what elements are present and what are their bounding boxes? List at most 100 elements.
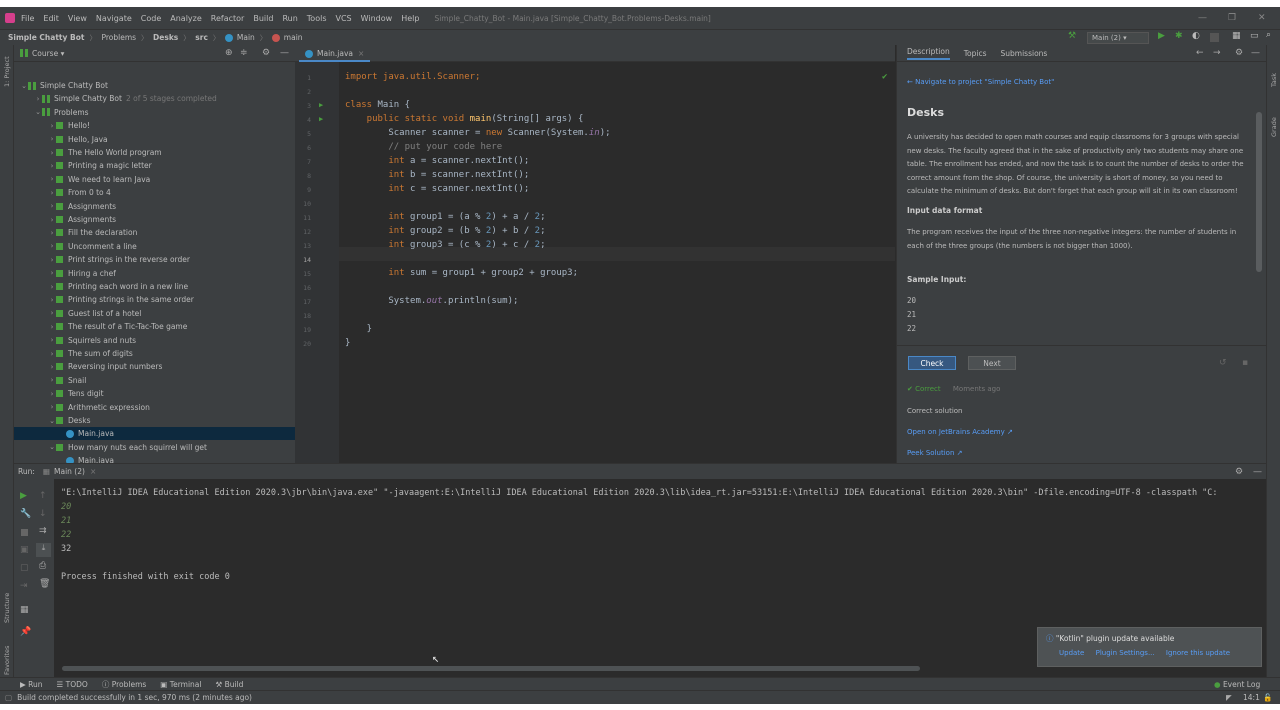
comment-icon[interactable]: ▪ xyxy=(1242,358,1248,368)
exit-icon[interactable]: ⇥ xyxy=(20,581,28,591)
stop-icon[interactable] xyxy=(21,529,28,536)
arrow-left-icon[interactable]: ← xyxy=(1196,48,1204,58)
tree-task-item[interactable]: › Printing a magic letter xyxy=(14,159,295,172)
pin-icon[interactable]: 📌 xyxy=(20,627,31,637)
project-tool-button[interactable]: 1: Project xyxy=(3,56,11,87)
gear-icon[interactable]: ⚙ xyxy=(1235,48,1243,58)
close-icon[interactable]: ✕ xyxy=(1258,13,1266,23)
build-hammer-icon[interactable]: ⚒ xyxy=(1068,31,1077,41)
tree-task-item[interactable]: › Fill the declaration xyxy=(14,226,295,239)
breadcrumb-problems[interactable]: Problems xyxy=(101,33,136,42)
menu-tools[interactable]: Tools xyxy=(307,14,327,23)
update-link[interactable]: Update xyxy=(1059,649,1084,657)
tree-task-item[interactable]: › Hello, Java xyxy=(14,133,295,146)
edit-icon[interactable]: ◤ xyxy=(1226,693,1232,702)
scroll-to-end-icon[interactable]: ⤓ xyxy=(36,543,51,557)
horizontal-scrollbar[interactable] xyxy=(62,666,920,671)
tree-task-item[interactable]: › Hello! xyxy=(14,119,295,132)
tree-task-item[interactable]: › Snail xyxy=(14,374,295,387)
task-tool-button[interactable]: Task xyxy=(1270,73,1278,87)
tool-todo[interactable]: ☰ TODO xyxy=(57,680,88,689)
no-problems-check-icon[interactable]: ✔ xyxy=(882,72,887,82)
menu-help[interactable]: Help xyxy=(401,14,419,23)
menu-view[interactable]: View xyxy=(68,14,87,23)
coverage-icon[interactable]: ◐ xyxy=(1192,31,1201,41)
tree-task-item[interactable]: › Printing strings in the same order xyxy=(14,293,295,306)
tree-task-desks[interactable]: ⌄ Desks xyxy=(14,414,295,427)
tree-task-item[interactable]: › Uncomment a line xyxy=(14,240,295,253)
tree-task-nuts[interactable]: ⌄ How many nuts each squirrel will get xyxy=(14,441,295,454)
tab-description[interactable]: Description xyxy=(907,47,950,60)
menu-code[interactable]: Code xyxy=(141,14,161,23)
grade-tool-button[interactable]: Grade xyxy=(1270,117,1278,137)
tree-task-item[interactable]: › The result of a Tic-Tac-Toe game xyxy=(14,320,295,333)
tab-topics[interactable]: Topics xyxy=(964,49,987,58)
tree-task-item[interactable]: › Reversing input numbers xyxy=(14,360,295,373)
arrow-right-icon[interactable]: → xyxy=(1213,48,1221,58)
favorites-tool-button[interactable]: Favorites xyxy=(3,646,11,675)
tree-task-item[interactable]: › From 0 to 4 xyxy=(14,186,295,199)
breadcrumb-src[interactable]: src xyxy=(195,33,208,42)
menu-build[interactable]: Build xyxy=(253,14,273,23)
tree-task-item[interactable]: › The sum of digits xyxy=(14,347,295,360)
arrow-down-icon[interactable]: ↓ xyxy=(39,509,47,519)
breadcrumb-main-class[interactable]: Main xyxy=(237,33,255,42)
hide-panel-icon[interactable]: — xyxy=(1253,467,1262,477)
caret-position[interactable]: 14:1 xyxy=(1243,693,1260,702)
navigate-project-link[interactable]: ← Navigate to project "Simple Chatty Bot… xyxy=(907,77,1054,86)
layout-icon[interactable]: ▢ xyxy=(20,563,29,573)
tree-course-root[interactable]: ⌄ Simple Chatty Bot xyxy=(14,79,295,92)
hide-panel-icon[interactable]: — xyxy=(1251,48,1260,58)
tab-submissions[interactable]: Submissions xyxy=(1001,49,1048,58)
check-button[interactable]: Check xyxy=(908,356,956,370)
peek-solution-link[interactable]: Peek Solution ↗ xyxy=(907,449,962,457)
code-editor[interactable]: import java.util.Scanner; class Main { p… xyxy=(339,62,895,463)
tree-task-item[interactable]: › Hiring a chef xyxy=(14,267,295,280)
ignore-update-link[interactable]: Ignore this update xyxy=(1166,649,1230,657)
tree-task-item[interactable]: › Tens digit xyxy=(14,387,295,400)
menu-file[interactable]: File xyxy=(21,14,34,23)
search-icon[interactable]: ⌕ xyxy=(1266,30,1275,40)
restore-icon[interactable]: ❐ xyxy=(1228,13,1236,23)
menu-edit[interactable]: Edit xyxy=(43,14,59,23)
tool-terminal[interactable]: ▣ Terminal xyxy=(160,680,201,689)
arrow-up-icon[interactable]: ↑ xyxy=(39,491,47,501)
open-academy-link[interactable]: Open on JetBrains Academy ↗ xyxy=(907,428,1013,436)
description-scrollbar[interactable] xyxy=(1255,100,1263,336)
menu-run[interactable]: Run xyxy=(282,14,297,23)
tree-task-item[interactable]: › Guest list of a hotel xyxy=(14,307,295,320)
debug-icon[interactable]: ✱ xyxy=(1175,31,1184,41)
rerun-icon[interactable]: ▶ xyxy=(20,491,27,501)
scrollbar-thumb[interactable] xyxy=(1256,112,1262,272)
close-tab-icon[interactable]: × xyxy=(358,49,364,58)
tree-task-item[interactable]: › Assignments xyxy=(14,213,295,226)
run-tab-main-2[interactable]: ▦ Main (2) × xyxy=(43,467,96,476)
tree-task-item[interactable]: › Assignments xyxy=(14,200,295,213)
status-message[interactable]: Build completed successfully in 1 sec, 9… xyxy=(17,693,252,702)
panel-toggle-icon[interactable]: ▢ xyxy=(5,693,12,702)
structure-tool-button[interactable]: Structure xyxy=(3,593,11,623)
run-icon[interactable]: ▶ xyxy=(1158,31,1167,41)
reset-icon[interactable]: ↺ xyxy=(1219,358,1227,368)
tree-file-desks-main[interactable]: Main.java xyxy=(14,427,295,441)
tree-task-item[interactable]: › We need to learn Java xyxy=(14,173,295,186)
menu-vcs[interactable]: VCS xyxy=(336,14,352,23)
tree-task-item[interactable]: › Print strings in the reverse order xyxy=(14,253,295,266)
breadcrumb-project[interactable]: Simple Chatty Bot xyxy=(8,33,84,42)
stop-icon[interactable] xyxy=(1210,33,1219,42)
tree-task-item[interactable]: › Printing each word in a new line xyxy=(14,280,295,293)
event-log-button[interactable]: ● Event Log xyxy=(1214,680,1260,689)
project-structure-icon[interactable]: ▦ xyxy=(1232,31,1241,41)
lock-icon[interactable]: 🔓 xyxy=(1263,693,1272,702)
tool-problems[interactable]: ⓘ Problems xyxy=(102,679,146,690)
wrench-icon[interactable]: 🔧 xyxy=(20,509,31,519)
tree-task-item[interactable]: › The Hello World program xyxy=(14,146,295,159)
layout-grid-icon[interactable]: ▦ xyxy=(20,605,29,615)
run-config-dropdown[interactable]: Main (2) ▾ xyxy=(1087,32,1149,44)
tool-build[interactable]: ⚒ Build xyxy=(215,680,243,689)
camera-icon[interactable]: ▣ xyxy=(20,545,29,555)
trash-icon[interactable]: 🗑 xyxy=(39,579,50,589)
tree-item-problems[interactable]: ⌄ Problems xyxy=(14,106,295,119)
run-main-icon[interactable]: ▶ xyxy=(319,115,323,123)
menu-analyze[interactable]: Analyze xyxy=(170,14,202,23)
